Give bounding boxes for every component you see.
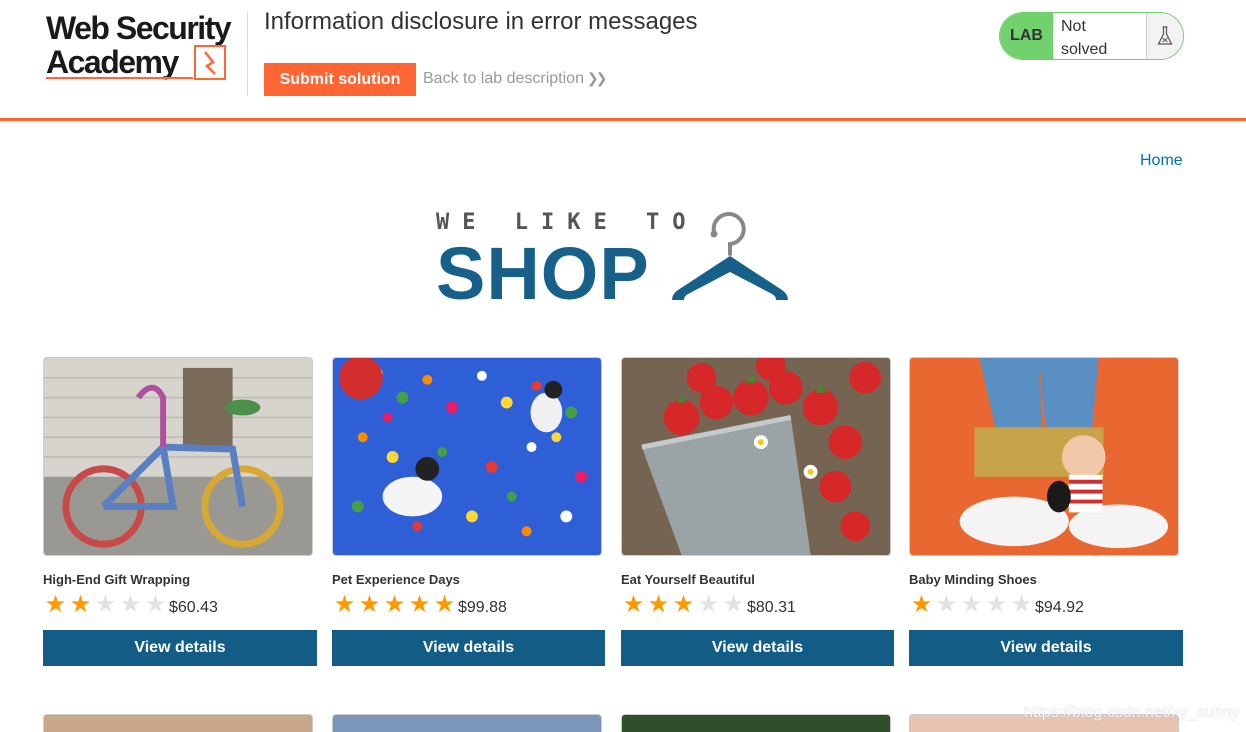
lab-status-text: Not solved [1053, 13, 1146, 59]
product-card: Eat Yourself Beautiful ★ ★ ★ ★ ★ $80.31 … [621, 357, 896, 667]
submit-solution-button[interactable]: Submit solution [264, 63, 416, 96]
product-price: $94.92 [1035, 599, 1084, 616]
web-security-academy-logo[interactable]: Web Security Academy [45, 10, 245, 86]
flask-icon [1146, 13, 1183, 59]
coat-hanger-icon [672, 212, 788, 300]
product-image [43, 714, 313, 732]
product-image [621, 714, 891, 732]
product-price: $80.31 [747, 599, 796, 616]
star-icon: ★ [408, 591, 431, 618]
product-card: Baby Minding Shoes ★ ★ ★ ★ ★ $94.92 View… [909, 357, 1184, 667]
product-rating: ★ ★ ★ ★ ★ $60.43 [43, 592, 218, 618]
product-image [909, 357, 1179, 556]
star-icon: ★ [1010, 591, 1033, 618]
product-image [332, 714, 602, 732]
header-divider [247, 12, 248, 96]
star-icon: ★ [910, 591, 933, 618]
product-name: Baby Minding Shoes [909, 572, 1037, 587]
back-link-label: Back to lab description [423, 70, 584, 87]
product-rating: ★ ★ ★ ★ ★ $99.88 [332, 592, 507, 618]
header-accent-rule [0, 118, 1246, 121]
lab-status-line2: solved [1061, 41, 1108, 58]
view-details-button[interactable]: View details [621, 630, 894, 666]
product-image [43, 357, 313, 556]
banner-title: SHOP [436, 232, 650, 315]
star-icon: ★ [144, 591, 167, 618]
star-icon: ★ [383, 591, 406, 618]
star-icon: ★ [647, 591, 670, 618]
watermark-text: https://blog.csdn.net/xy_sunny [1024, 704, 1240, 721]
star-icon: ★ [960, 591, 983, 618]
home-link[interactable]: Home [1140, 152, 1183, 170]
lab-badge: LAB [1000, 13, 1053, 59]
star-icon: ★ [44, 591, 67, 618]
view-details-button[interactable]: View details [43, 630, 317, 666]
view-details-button[interactable]: View details [332, 630, 605, 666]
product-price: $99.88 [458, 599, 507, 616]
product-rating: ★ ★ ★ ★ ★ $80.31 [621, 592, 796, 618]
star-icon: ★ [358, 591, 381, 618]
logo-text-line1: Web Security [46, 10, 232, 46]
double-chevron-right-icon: ❯❯ [586, 70, 608, 86]
back-to-lab-description-link[interactable]: Back to lab description ❯❯ [423, 70, 608, 88]
lab-header: Web Security Academy Information disclos… [0, 0, 1246, 118]
star-icon: ★ [119, 591, 142, 618]
lab-status-widget: LAB Not solved [999, 12, 1184, 60]
star-icon: ★ [672, 591, 695, 618]
view-details-button[interactable]: View details [909, 630, 1183, 666]
star-icon: ★ [935, 591, 958, 618]
product-image [621, 357, 891, 556]
star-icon: ★ [69, 591, 92, 618]
star-icon: ★ [722, 591, 745, 618]
star-icon: ★ [433, 591, 456, 618]
lab-status-line1: Not [1061, 18, 1086, 35]
star-icon: ★ [622, 591, 645, 618]
logo-text-line2: Academy [46, 44, 180, 80]
product-name: High-End Gift Wrapping [43, 572, 191, 587]
product-name: Eat Yourself Beautiful [621, 572, 755, 587]
star-icon: ★ [697, 591, 720, 618]
star-icon: ★ [333, 591, 356, 618]
product-price: $60.43 [169, 599, 218, 616]
star-icon: ★ [94, 591, 117, 618]
product-rating: ★ ★ ★ ★ ★ $94.92 [909, 592, 1084, 618]
product-card: High-End Gift Wrapping ★ ★ ★ ★ ★ $60.43 … [43, 357, 318, 667]
star-icon: ★ [985, 591, 1008, 618]
product-image [332, 357, 602, 556]
product-name: Pet Experience Days [332, 572, 460, 587]
lab-title: Information disclosure in error messages [264, 8, 698, 35]
shop-banner: WE LIKE TO SHOP [436, 210, 792, 315]
product-card: Pet Experience Days ★ ★ ★ ★ ★ $99.88 Vie… [332, 357, 607, 667]
